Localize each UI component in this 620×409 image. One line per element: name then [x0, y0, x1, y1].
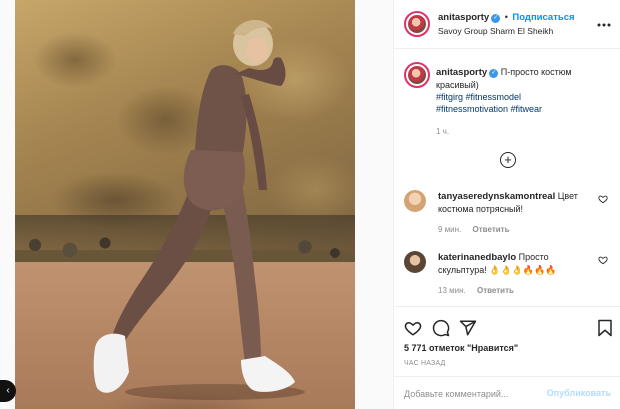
likes-count[interactable]: 5 771 отметок "Нравится" [404, 343, 518, 353]
woman-figure [93, 19, 305, 400]
comment-meta: 9 мин. Ответить [438, 225, 518, 234]
comment-icon[interactable] [432, 319, 450, 337]
plus-circle-icon[interactable]: + [500, 152, 516, 168]
author-username[interactable]: anitasporty [438, 12, 489, 23]
verified-badge-icon: ✓ [489, 69, 499, 78]
commenter-avatar[interactable] [404, 251, 426, 273]
post-timestamp: ЧАС НАЗАД [404, 360, 446, 367]
post-sidebar: anitasporty ✓ • Подписаться Savoy Group S… [393, 0, 620, 409]
like-comment-heart-icon[interactable] [598, 255, 608, 265]
caption-username[interactable]: anitasporty [436, 67, 487, 78]
verified-badge-icon: ✓ [491, 14, 501, 23]
comment-time: 9 мин. [438, 225, 462, 234]
reply-button[interactable]: Ответить [477, 286, 514, 295]
reply-button[interactable]: Ответить [473, 225, 510, 234]
post-header: anitasporty ✓ • Подписаться Savoy Group S… [394, 0, 620, 49]
post-location[interactable]: Savoy Group Sharm El Sheikh [438, 26, 553, 36]
comment-text: katerinanedbaylo Просто скульптура! 👌👌👌🔥… [438, 251, 590, 276]
comment-meta: 13 мин. Ответить [438, 286, 523, 295]
separator-dot: • [504, 12, 508, 22]
caption-hashtags[interactable]: #fitgirg #fitnessmodel #fitnessmotivatio… [436, 91, 576, 115]
comment-username[interactable]: tanyaseredynskamontreal [438, 191, 555, 202]
commenter-avatar[interactable] [404, 190, 426, 212]
heart-icon[interactable] [404, 319, 422, 337]
add-comment-input[interactable] [404, 387, 544, 401]
caption-time: 1 ч. [436, 127, 450, 136]
caption-author-avatar[interactable] [404, 62, 430, 88]
add-comment-bar: Опубликовать [394, 376, 620, 409]
author-avatar[interactable] [404, 11, 430, 37]
comment-username[interactable]: katerinanedbaylo [438, 252, 516, 263]
caption-text: anitasporty ✓ П-просто костюм красивый) #… [436, 66, 606, 115]
follow-button[interactable]: Подписаться [512, 12, 574, 23]
comment-text: tanyaseredynskamontreal Цвет костюма пот… [438, 190, 590, 215]
bookmark-icon[interactable] [596, 319, 614, 337]
prev-post-button[interactable]: ‹ [0, 380, 16, 402]
comment-time: 13 мин. [438, 286, 466, 295]
share-icon[interactable] [459, 319, 477, 337]
publish-button[interactable]: Опубликовать [547, 388, 611, 398]
like-comment-heart-icon[interactable] [598, 194, 608, 204]
post-actions [394, 306, 620, 346]
post-photo[interactable] [15, 0, 355, 409]
more-horizontal-icon[interactable] [597, 14, 611, 30]
